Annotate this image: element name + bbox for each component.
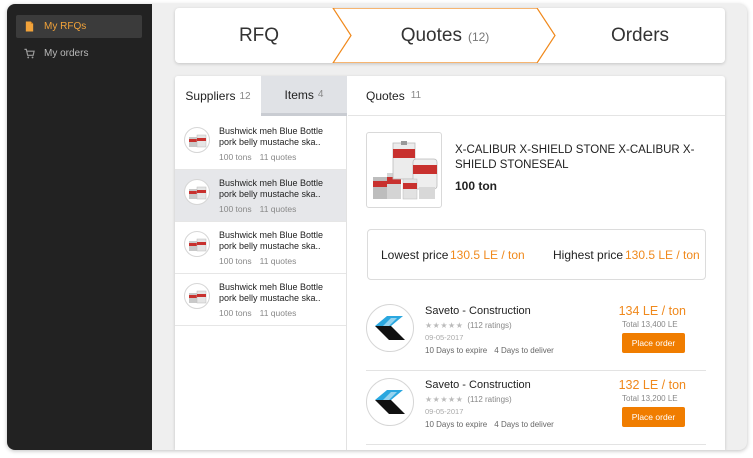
left-tabs: Suppliers 12 Items 4: [175, 76, 347, 116]
tab-quotes[interactable]: Quotes 11: [348, 76, 725, 116]
step-label: Orders: [610, 24, 670, 46]
item-quotes-count: 11 quotes: [259, 308, 297, 318]
step-orders[interactable]: Orders: [555, 8, 725, 63]
sidebar: My RFQs My orders: [7, 4, 152, 450]
item-thumbnail: [184, 179, 210, 205]
item-thumbnail: [184, 127, 210, 153]
tab-items[interactable]: Items 4: [261, 76, 347, 116]
item-meta: 100 tons 11 quotes: [219, 204, 296, 214]
supplier-name: Saveto - Construction: [425, 379, 531, 391]
progress-stepper: RFQ Quotes (12) Orders: [175, 8, 725, 63]
lowest-price-value: 130.5 LE / ton: [450, 248, 525, 262]
quote-total: Total 13,200 LE: [622, 394, 678, 403]
days-to-expire: 10 Days to expire: [425, 420, 488, 429]
left-column: Suppliers 12 Items 4 Bushwick meh Blue B…: [175, 76, 347, 450]
item-title: Bushwick meh Blue Bottle pork belly must…: [219, 178, 324, 199]
item-quotes-count: 11 quotes: [259, 256, 297, 266]
cart-icon: [23, 48, 35, 60]
supplier-name: Saveto - Construction: [425, 305, 531, 317]
quote-total: Total 13,400 LE: [622, 320, 678, 329]
step-quotes[interactable]: Quotes (12): [347, 8, 543, 63]
days-to-deliver: 4 Days to deliver: [494, 346, 554, 355]
tab-suppliers[interactable]: Suppliers 12: [175, 76, 261, 116]
sidebar-item-my-orders[interactable]: My orders: [16, 42, 142, 65]
tab-label: Items: [284, 87, 314, 102]
item-meta: 100 tons 11 quotes: [219, 308, 296, 318]
tab-count: 12: [239, 90, 251, 102]
supplier-logo: [366, 304, 414, 352]
item-tons: 100 tons: [219, 308, 252, 318]
list-item[interactable]: Bushwick meh Blue Bottle pork belly must…: [175, 274, 346, 326]
step-rfq[interactable]: RFQ: [175, 8, 343, 63]
rfq-panel: Suppliers 12 Items 4 Bushwick meh Blue B…: [175, 76, 725, 450]
star-icons: ★★★★★: [425, 321, 464, 330]
item-tons: 100 tons: [219, 256, 252, 266]
tab-count: 11: [410, 90, 422, 101]
star-icons: ★★★★★: [425, 395, 464, 404]
days-to-expire: 10 Days to expire: [425, 346, 488, 355]
item-quotes-count: 11 quotes: [259, 152, 297, 162]
step-label: Quotes: [400, 24, 462, 46]
item-list: Bushwick meh Blue Bottle pork belly must…: [175, 118, 346, 326]
quote-date: 09-05-2017: [425, 407, 464, 416]
sidebar-item-my-rfqs[interactable]: My RFQs: [16, 15, 142, 38]
list-item[interactable]: Bushwick meh Blue Bottle pork belly must…: [175, 222, 346, 274]
document-icon: [23, 21, 35, 33]
item-title: Bushwick meh Blue Bottle pork belly must…: [219, 126, 324, 147]
price-range-box: Lowest price 130.5 LE / ton Highest pric…: [367, 229, 706, 280]
step-count: (12): [467, 30, 490, 44]
step-label: RFQ: [238, 24, 280, 46]
supplier-logo: [366, 378, 414, 426]
quote-date: 09-05-2017: [425, 333, 464, 342]
ratings-count: (112 ratings): [467, 321, 512, 330]
tab-count: 4: [317, 89, 324, 100]
item-quotes-count: 11 quotes: [259, 204, 297, 214]
place-order-button[interactable]: Place order: [622, 333, 685, 353]
quote-card: Saveto - Construction ★★★★★ (112 ratings)…: [366, 297, 706, 371]
highest-price-label: Highest price: [553, 248, 624, 262]
item-thumbnail: [184, 231, 210, 257]
tab-label: Suppliers: [185, 89, 236, 103]
highest-price-value: 130.5 LE / ton: [625, 248, 700, 262]
ratings-count: (112 ratings): [467, 395, 512, 404]
sidebar-item-label: My RFQs: [44, 21, 87, 32]
quote-price: 132 LE / ton: [618, 378, 686, 392]
quote-terms: 10 Days to expire 4 Days to deliver: [425, 420, 554, 429]
right-column: Quotes 11 X-CALIBUR X-SHIELD STONE X-CAL…: [348, 76, 725, 450]
item-thumbnail: [184, 283, 210, 309]
list-item[interactable]: Bushwick meh Blue Bottle pork belly must…: [175, 170, 346, 222]
item-tons: 100 tons: [219, 204, 252, 214]
item-meta: 100 tons 11 quotes: [219, 152, 296, 162]
item-title: Bushwick meh Blue Bottle pork belly must…: [219, 282, 324, 303]
item-title: Bushwick meh Blue Bottle pork belly must…: [219, 230, 324, 251]
days-to-deliver: 4 Days to deliver: [494, 420, 554, 429]
quote-terms: 10 Days to expire 4 Days to deliver: [425, 346, 554, 355]
product-name: X-CALIBUR X-SHIELD STONE X-CALIBUR X-SHI…: [455, 144, 695, 171]
product-image: [366, 132, 442, 208]
quote-price: 134 LE / ton: [618, 304, 686, 318]
list-item[interactable]: Bushwick meh Blue Bottle pork belly must…: [175, 118, 346, 170]
rating-stars: ★★★★★ (112 ratings): [425, 395, 512, 404]
rating-stars: ★★★★★ (112 ratings): [425, 321, 512, 330]
app-window: My RFQs My orders RFQ Quotes (12) Orders: [7, 4, 747, 450]
product-quantity: 100 ton: [455, 179, 498, 193]
item-tons: 100 tons: [219, 152, 252, 162]
sidebar-item-label: My orders: [44, 48, 89, 59]
tab-label: Quotes: [366, 88, 405, 103]
item-meta: 100 tons 11 quotes: [219, 256, 296, 266]
lowest-price-label: Lowest price: [381, 248, 449, 262]
quote-card: Saveto - Construction ★★★★★ (112 ratings)…: [366, 371, 706, 445]
place-order-button[interactable]: Place order: [622, 407, 685, 427]
